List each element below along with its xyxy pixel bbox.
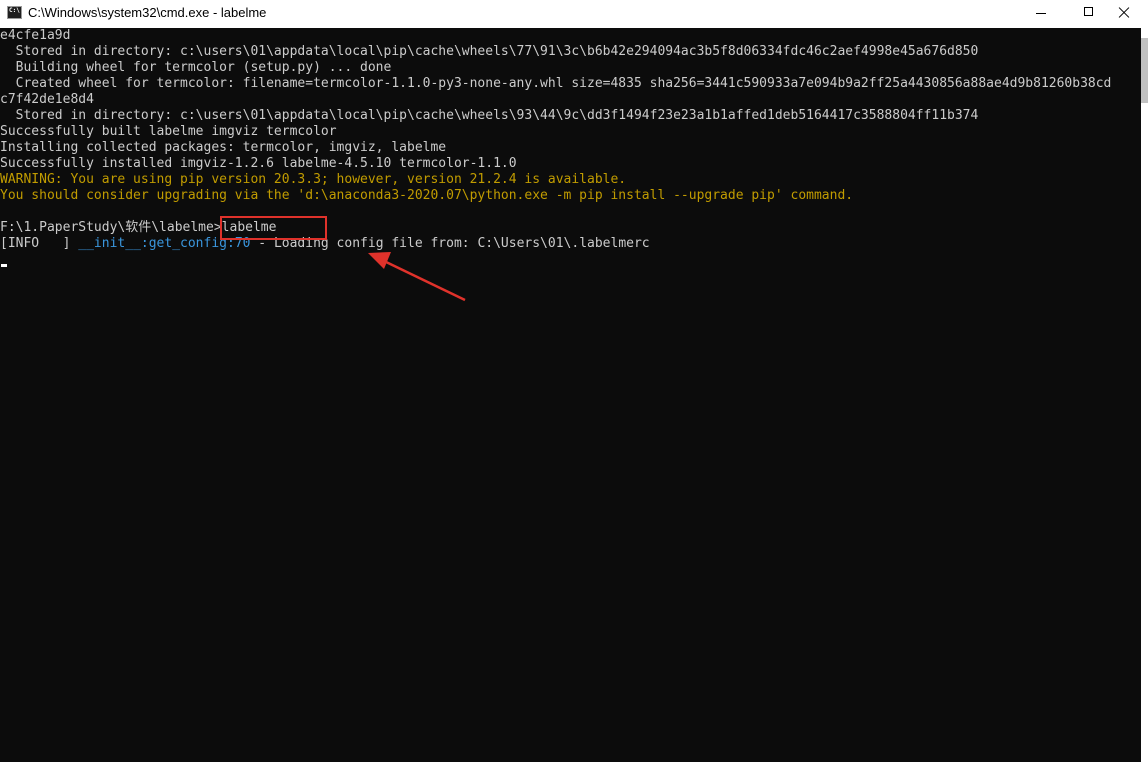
annotation-arrow-icon xyxy=(368,252,466,302)
